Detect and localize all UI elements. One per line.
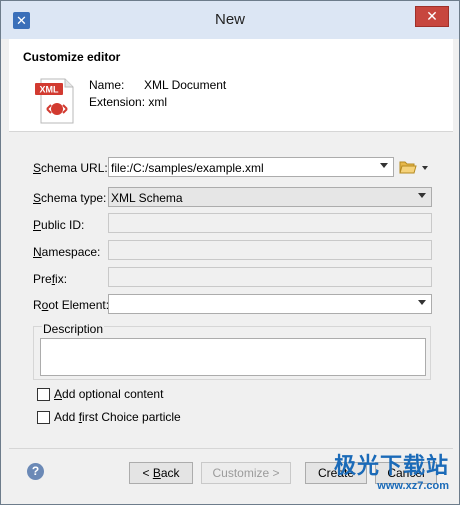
name-label: Name:	[89, 78, 125, 92]
name-value: XML Document	[144, 78, 227, 92]
description-group: Description	[33, 322, 431, 380]
close-button[interactable]: ✕	[415, 6, 449, 27]
dialog-window: ✕ New ✕ Customize editor XML Name: XML D…	[0, 0, 460, 505]
browse-dropdown-icon[interactable]	[422, 166, 428, 170]
watermark-url: www.xz7.com	[377, 480, 449, 492]
schema-type-value[interactable]: XML Schema	[111, 191, 183, 205]
public-id-label: Public ID:	[33, 218, 85, 232]
customize-button[interactable]: Customize >	[201, 462, 291, 484]
extension-value: xml	[148, 95, 168, 109]
extension-label: Extension:	[89, 95, 146, 109]
chevron-down-icon[interactable]	[418, 300, 426, 305]
title-bar: ✕ New ✕	[1, 1, 459, 39]
xml-icon-label: XML	[40, 85, 60, 95]
back-button[interactable]: < Back	[129, 462, 193, 484]
add-first-choice-checkbox[interactable]	[37, 411, 50, 424]
add-optional-label[interactable]: Add optional content	[54, 387, 163, 401]
chevron-down-icon[interactable]	[418, 193, 426, 198]
description-label: Description	[42, 322, 105, 336]
watermark-logo: 极光下载站 www.xz7.com	[334, 448, 449, 492]
chevron-down-icon[interactable]	[380, 163, 388, 168]
xml-document-icon: XML	[35, 78, 74, 124]
schema-type-select[interactable]: XML Schema	[108, 187, 432, 207]
wizard-header: Customize editor XML Name: XML Document …	[9, 39, 453, 132]
help-icon[interactable]: ?	[27, 463, 44, 480]
schema-type-label: Schema type:	[33, 191, 107, 205]
window-title: New	[214, 11, 245, 28]
schema-url-combo[interactable]: file:/C:/samples/example.xml	[108, 157, 394, 177]
prefix-field[interactable]	[108, 267, 432, 287]
schema-url-label: Schema URL:	[33, 161, 108, 175]
add-first-choice-label[interactable]: Add first Choice particle	[54, 410, 181, 424]
root-element-combo[interactable]	[108, 294, 432, 314]
root-element-label: Root Element:	[33, 298, 110, 312]
namespace-label: Namespace:	[33, 245, 101, 259]
namespace-field[interactable]	[108, 240, 432, 260]
schema-url-value[interactable]: file:/C:/samples/example.xml	[111, 161, 264, 175]
add-optional-checkbox[interactable]	[37, 388, 50, 401]
header-title: Customize editor	[23, 50, 121, 64]
public-id-field[interactable]	[108, 213, 432, 233]
folder-open-icon[interactable]	[399, 160, 417, 174]
description-textarea[interactable]	[40, 338, 426, 376]
watermark-text: 极光下载站	[333, 453, 449, 478]
prefix-label: Prefix:	[33, 272, 68, 286]
